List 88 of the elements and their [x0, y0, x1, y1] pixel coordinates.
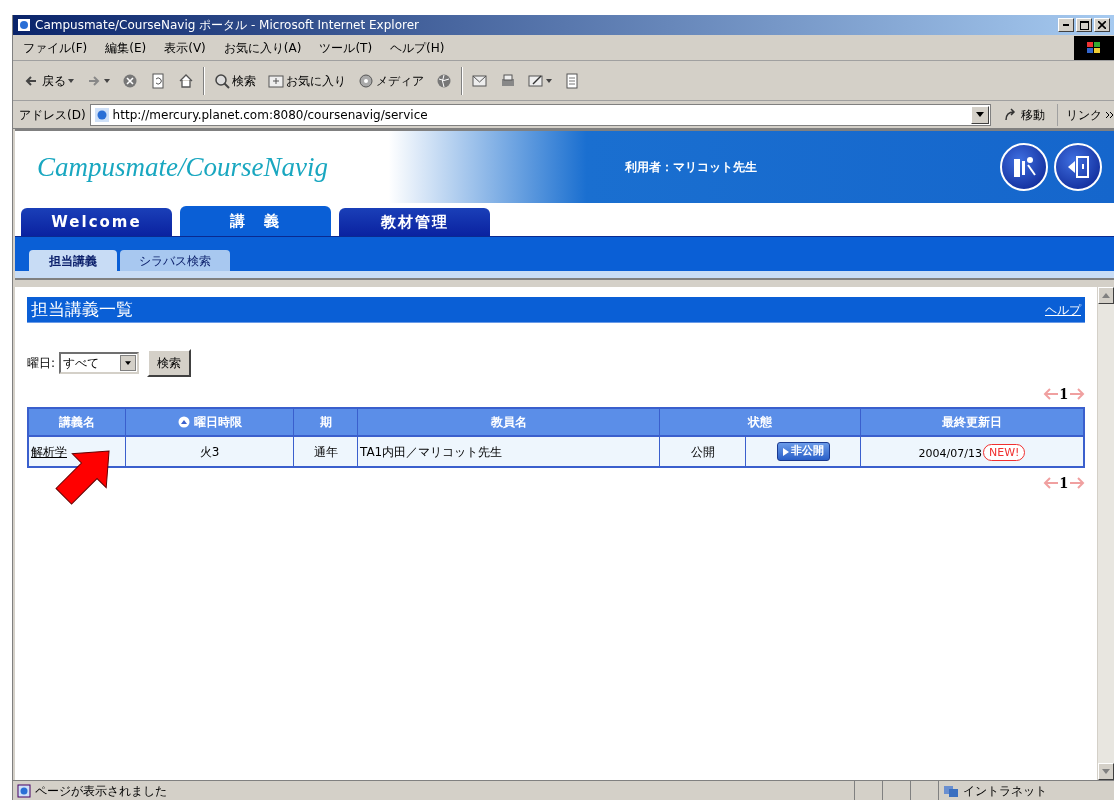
- column-header: 最終更新日: [942, 414, 1002, 431]
- play-icon: [782, 447, 789, 456]
- menu-item[interactable]: 編集(E): [105, 38, 147, 57]
- search-icon: [214, 72, 230, 89]
- table-cell: TA1内田／マリコット先生: [358, 437, 660, 466]
- address-field[interactable]: http://mercury.planet.com:8080/coursenavig/service: [89, 103, 991, 126]
- filter-label: 曜日:: [27, 355, 56, 372]
- dropdown-button[interactable]: [971, 105, 989, 124]
- up-arrow-icon: [1102, 293, 1110, 298]
- page-icon: [94, 107, 109, 122]
- maximize-button[interactable]: [1076, 18, 1092, 32]
- table-cell: 通年: [294, 437, 358, 466]
- section-title: 担当講義一覧: [31, 297, 133, 321]
- globe-icon: [436, 72, 452, 89]
- weekday-select[interactable]: すべて: [59, 352, 140, 374]
- scroll-up-button[interactable]: [1098, 287, 1114, 304]
- page-number[interactable]: 1: [1058, 381, 1069, 407]
- toolbar-button[interactable]: 戻る: [21, 65, 77, 96]
- browser-icon: [17, 18, 31, 32]
- date-text: 2004/07/13: [918, 445, 982, 462]
- nav-tab[interactable]: 教材管理: [339, 208, 490, 236]
- help-link[interactable]: ヘルプ: [1045, 300, 1081, 319]
- nav-tab[interactable]: 講 義: [180, 206, 331, 236]
- column-header: 期: [319, 414, 332, 431]
- site-logo: Campusmate/CourseNavig: [37, 150, 329, 184]
- previous-arrow-icon[interactable]: [1042, 388, 1059, 400]
- minimize-button[interactable]: [1058, 18, 1074, 32]
- curved-arrow-icon: [1003, 107, 1017, 122]
- toolbar-button[interactable]: メディア: [355, 65, 427, 96]
- menu-item[interactable]: ファイル(F): [23, 38, 88, 57]
- chevron-icon: [1106, 110, 1114, 119]
- nav-tab[interactable]: Welcome: [21, 208, 172, 236]
- info-button[interactable]: [1000, 143, 1048, 191]
- status-text: ページが表示されました: [35, 782, 167, 800]
- menu-item[interactable]: ヘルプ(H): [390, 38, 445, 57]
- printer-icon: [500, 72, 516, 89]
- close-icon: [1098, 21, 1106, 29]
- window-title: Campusmate/CourseNavig ポータル - Microsoft Internet Explorer: [35, 17, 419, 34]
- refresh-icon: [150, 72, 166, 89]
- zone-label: イントラネット: [963, 782, 1047, 800]
- menu-item[interactable]: ツール(T): [319, 38, 373, 57]
- user-name: 利用者：マリコット先生: [625, 159, 757, 176]
- mail-icon: [472, 72, 488, 89]
- new-badge: NEW!: [982, 444, 1026, 461]
- maximize-icon: [1079, 20, 1089, 30]
- next-arrow-icon[interactable]: [1069, 388, 1085, 400]
- stop-icon: [122, 72, 138, 89]
- windows-logo-icon: [1074, 35, 1114, 60]
- minimize-icon: [1063, 24, 1069, 26]
- menu-item[interactable]: お気に入り(A): [223, 38, 302, 57]
- close-button[interactable]: [1094, 18, 1110, 32]
- column-header: 状態: [748, 414, 772, 431]
- table-cell: 公開: [660, 437, 746, 466]
- caret-icon: [68, 78, 74, 83]
- links-button[interactable]: リンク: [1057, 103, 1114, 126]
- column-header: 教員名: [490, 414, 527, 431]
- page-number[interactable]: 1: [1058, 470, 1069, 496]
- down-arrow-icon: [1102, 769, 1110, 774]
- page-icon: [17, 783, 31, 798]
- column-header: 曜日時限: [193, 414, 242, 431]
- sub-tab[interactable]: シラバス検索: [120, 250, 230, 271]
- sub-tab[interactable]: 担当講義: [29, 250, 117, 271]
- edit-icon: [528, 72, 544, 89]
- address-label: アドレス(D): [19, 106, 86, 124]
- caret-icon: [976, 112, 984, 117]
- column-header: 講義名: [59, 414, 95, 431]
- caret-icon: [546, 78, 552, 83]
- previous-arrow-icon[interactable]: [1042, 477, 1059, 489]
- scroll-down-button[interactable]: [1098, 763, 1114, 780]
- intranet-icon: [943, 783, 959, 798]
- scrollbar[interactable]: [1097, 287, 1114, 780]
- toolbar-button[interactable]: 検索: [211, 65, 259, 96]
- caret-icon: [120, 355, 137, 371]
- sort-icon[interactable]: [177, 416, 190, 428]
- course-link[interactable]: 解析学: [31, 442, 67, 461]
- logout-button[interactable]: [1054, 143, 1102, 191]
- go-button[interactable]: 移動: [995, 103, 1053, 126]
- menu-item[interactable]: 表示(V): [164, 38, 206, 57]
- home-icon: [178, 72, 194, 89]
- table-cell: 火3: [126, 437, 294, 466]
- document-icon: [564, 72, 580, 89]
- search-button[interactable]: 検索: [147, 349, 192, 377]
- folder-icon: [268, 72, 284, 89]
- next-arrow-icon[interactable]: [1069, 477, 1085, 489]
- media-icon: [358, 72, 374, 89]
- unpublish-button[interactable]: 非公開: [776, 442, 830, 461]
- caret-icon: [104, 78, 110, 83]
- toolbar-button[interactable]: お気に入り: [265, 65, 349, 96]
